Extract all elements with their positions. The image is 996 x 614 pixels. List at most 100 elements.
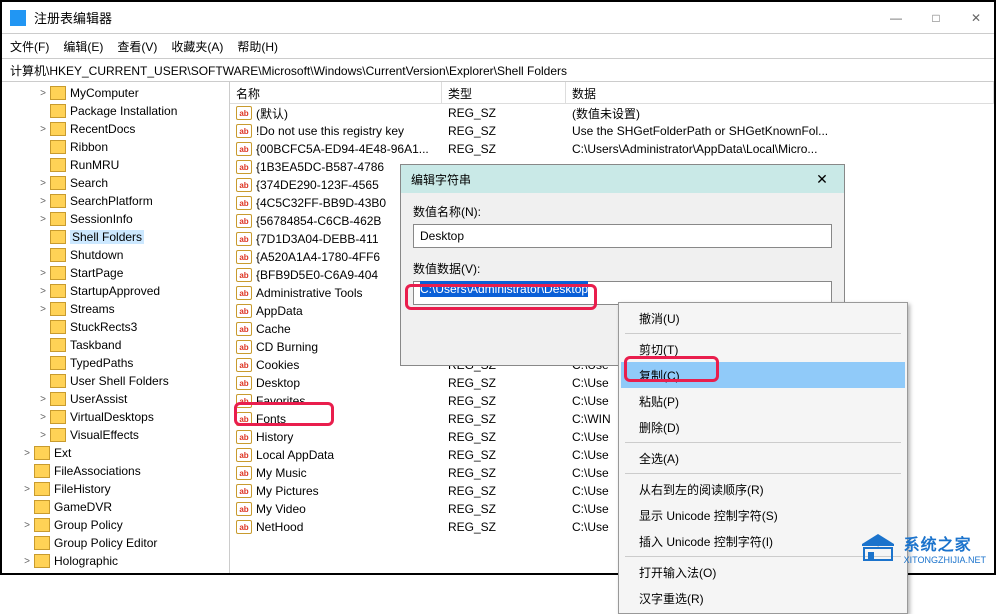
tree-item[interactable]: TypedPaths (2, 354, 229, 372)
folder-icon (50, 158, 66, 172)
tree-item[interactable]: Taskband (2, 336, 229, 354)
col-header-type[interactable]: 类型 (442, 82, 566, 103)
tree-item[interactable]: > StartPage (2, 264, 229, 282)
cell-data: C:\Users\Administrator\AppData\Local\Mic… (566, 142, 994, 156)
chevron-icon[interactable]: > (20, 520, 34, 531)
col-header-data[interactable]: 数据 (566, 82, 994, 103)
context-menu-item[interactable]: 复制(C) (621, 362, 905, 388)
menu-separator (625, 333, 901, 334)
reg-string-icon: ab (236, 448, 252, 462)
menu-help[interactable]: 帮助(H) (237, 38, 278, 55)
address-bar[interactable]: 计算机\HKEY_CURRENT_USER\SOFTWARE\Microsoft… (2, 58, 994, 82)
chevron-icon[interactable]: > (20, 484, 34, 495)
tree-item[interactable]: Shell Folders (2, 228, 229, 246)
tree-item[interactable]: >Holographic (2, 552, 229, 570)
chevron-icon[interactable]: > (36, 430, 50, 441)
tree-item[interactable]: FileAssociations (2, 462, 229, 480)
list-header: 名称 类型 数据 (230, 82, 994, 104)
tree-item-label: Shell Folders (70, 230, 144, 244)
context-menu-item[interactable]: 删除(D) (621, 414, 905, 440)
watermark: 系统之家 XITONGZHIJIA.NET (858, 531, 986, 565)
chevron-icon[interactable]: > (36, 412, 50, 423)
tree-item[interactable]: StuckRects3 (2, 318, 229, 336)
tree-item-label: StartPage (70, 266, 123, 280)
chevron-icon[interactable]: > (20, 556, 34, 567)
tree-item[interactable]: >Streams (2, 300, 229, 318)
tree-item[interactable]: >RecentDocs (2, 120, 229, 138)
context-menu-item[interactable]: 显示 Unicode 控制字符(S) (621, 502, 905, 528)
chevron-icon[interactable]: > (36, 88, 50, 99)
tree-item[interactable]: Shutdown (2, 246, 229, 264)
value-name-input[interactable] (413, 224, 832, 248)
tree-item[interactable]: >UserAssist (2, 390, 229, 408)
tree-item[interactable]: > SessionInfo (2, 210, 229, 228)
maximize-button[interactable]: □ (926, 8, 946, 28)
reg-string-icon: ab (236, 286, 252, 300)
menu-view[interactable]: 查看(V) (117, 38, 157, 55)
tree-item[interactable]: >MyComputer (2, 84, 229, 102)
tree-item[interactable]: RunMRU (2, 156, 229, 174)
context-menu-item[interactable]: 粘贴(P) (621, 388, 905, 414)
chevron-icon[interactable]: > (36, 394, 50, 405)
cell-name: abFonts (230, 412, 442, 426)
tree-item-label: Package Installation (70, 104, 177, 118)
tree-item[interactable]: >FileHistory (2, 480, 229, 498)
tree-item[interactable]: Ribbon (2, 138, 229, 156)
tree-item[interactable]: Package Installation (2, 102, 229, 120)
tree-item[interactable]: >Ext (2, 444, 229, 462)
chevron-icon[interactable]: > (20, 448, 34, 459)
folder-icon (50, 428, 66, 442)
chevron-icon[interactable]: > (36, 214, 50, 225)
reg-string-icon: ab (236, 304, 252, 318)
context-menu-item[interactable]: 剪切(T) (621, 336, 905, 362)
tree-item[interactable]: >StartupApproved (2, 282, 229, 300)
chevron-icon[interactable]: > (36, 268, 50, 279)
menu-separator (625, 473, 901, 474)
tree-item[interactable]: Group Policy Editor (2, 534, 229, 552)
reg-string-icon: ab (236, 124, 252, 138)
chevron-icon[interactable]: > (36, 178, 50, 189)
context-menu-item[interactable]: 全选(A) (621, 445, 905, 471)
tree-item-label: StuckRects3 (70, 320, 137, 334)
chevron-icon[interactable]: > (36, 304, 50, 315)
cell-name: abFavorites (230, 394, 442, 408)
menu-favorites[interactable]: 收藏夹(A) (171, 38, 223, 55)
context-menu-item[interactable]: 撤消(U) (621, 305, 905, 331)
tree-item[interactable]: >VirtualDesktops (2, 408, 229, 426)
cell-type: REG_SZ (442, 376, 566, 390)
close-button[interactable]: ✕ (966, 8, 986, 28)
chevron-icon[interactable]: > (36, 124, 50, 135)
menu-edit[interactable]: 编辑(E) (63, 38, 103, 55)
col-header-name[interactable]: 名称 (230, 82, 442, 103)
window-title: 注册表编辑器 (34, 8, 886, 27)
folder-icon (34, 518, 50, 532)
cell-type: REG_SZ (442, 142, 566, 156)
cell-name: abMy Video (230, 502, 442, 516)
list-row[interactable]: ab(默认)REG_SZ(数值未设置) (230, 104, 994, 122)
tree-item[interactable]: >Search (2, 174, 229, 192)
tree-item[interactable]: >VisualEffects (2, 426, 229, 444)
reg-string-icon: ab (236, 412, 252, 426)
context-menu: 撤消(U) 剪切(T)复制(C)粘贴(P)删除(D) 全选(A) 从右到左的阅读顺序(… (618, 302, 908, 614)
dialog-close-button[interactable]: ✕ (810, 171, 834, 188)
list-row[interactable]: ab{00BCFC5A-ED94-4E48-96A1...REG_SZC:\Us… (230, 140, 994, 158)
context-menu-item[interactable]: 汉字重选(R) (621, 585, 905, 611)
folder-icon (50, 392, 66, 406)
tree-item[interactable]: >Group Policy (2, 516, 229, 534)
cell-data: (数值未设置) (566, 105, 994, 122)
tree-item-label: SessionInfo (70, 212, 133, 226)
reg-string-icon: ab (236, 268, 252, 282)
list-row[interactable]: ab!Do not use this registry keyREG_SZUse… (230, 122, 994, 140)
folder-icon (50, 230, 66, 244)
tree-item[interactable]: GameDVR (2, 498, 229, 516)
titlebar: 注册表编辑器 — □ ✕ (2, 2, 994, 34)
folder-icon (50, 176, 66, 190)
tree-item[interactable]: >SearchPlatform (2, 192, 229, 210)
chevron-icon[interactable]: > (36, 286, 50, 297)
menu-file[interactable]: 文件(F) (10, 38, 49, 55)
watermark-text: 系统之家 (904, 531, 986, 555)
tree-item[interactable]: User Shell Folders (2, 372, 229, 390)
context-menu-item[interactable]: 从右到左的阅读顺序(R) (621, 476, 905, 502)
minimize-button[interactable]: — (886, 8, 906, 28)
chevron-icon[interactable]: > (36, 196, 50, 207)
